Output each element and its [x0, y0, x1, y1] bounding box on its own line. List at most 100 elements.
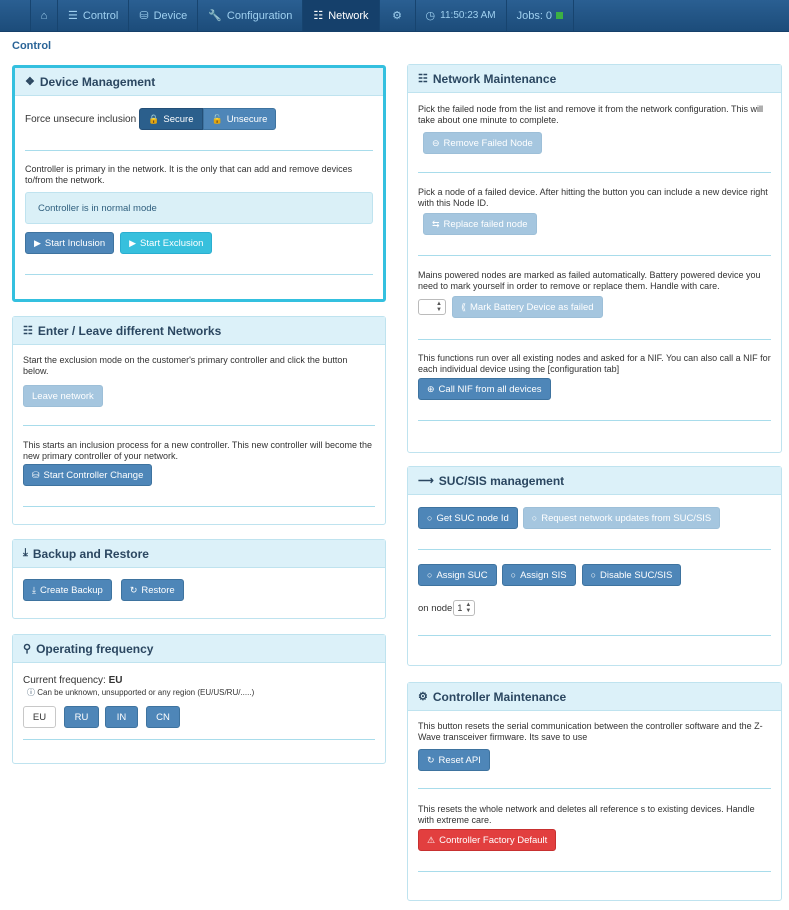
up-down-arrows-icon: ▲ ▼: [436, 301, 442, 313]
sitemap-icon: ☷: [23, 325, 33, 337]
divider: [418, 871, 771, 872]
divider: [418, 635, 771, 636]
search-plus-icon: ⊕: [427, 383, 435, 394]
circle-outline-icon: ○: [590, 570, 596, 580]
controller-mode-alert: Controller is in normal mode: [25, 192, 373, 224]
remove-failed-text: Pick the failed node from the list and r…: [418, 104, 763, 125]
frequency-option-cn[interactable]: CN: [146, 706, 180, 728]
restore-button[interactable]: ↻ Restore: [120, 579, 184, 601]
factory-reset-text: This resets the whole network and delete…: [418, 804, 755, 825]
on-node-label: on node: [418, 602, 453, 614]
device-management-panel: ❖ Device Management Force unsecure inclus…: [12, 65, 386, 302]
on-node-select[interactable]: 1 ▲ ▼: [453, 600, 476, 616]
info-circle-icon: ⓘ: [27, 688, 35, 697]
suc-sis-panel: ⟶ SUC/SIS management ○ Get SUC node Id ○ Re…: [407, 466, 782, 666]
divider: [25, 150, 373, 151]
clock-icon: ◷: [425, 10, 436, 22]
divider: [23, 506, 375, 507]
panel-heading: ⚙ Controller Maintenance: [408, 683, 781, 711]
frequency-note: ⓘ Can be unknown, unsupported or any reg…: [27, 688, 255, 697]
operating-frequency-panel: ⚲ Operating frequency Current frequency: …: [12, 634, 386, 764]
minus-circle-icon: ⊖: [432, 137, 440, 148]
thumbtack-icon: ⟪: [461, 301, 467, 312]
nif-text: This functions run over all existing nod…: [418, 353, 771, 374]
share-alt-icon: ⟶: [418, 475, 434, 487]
panel-heading: ⚲ Operating frequency: [13, 635, 385, 663]
divider: [418, 255, 771, 256]
divider: [418, 339, 771, 340]
frequency-option-in[interactable]: IN: [105, 706, 138, 728]
nav-network[interactable]: ☷ Network: [303, 0, 380, 31]
reset-api-button[interactable]: ↻ Reset API: [418, 749, 490, 771]
home-icon: ⌂: [40, 9, 48, 22]
replace-failed-text: Pick a node of a failed device. After hi…: [418, 187, 768, 208]
replace-failed-node-button[interactable]: ⇆ Replace failed node: [423, 213, 537, 235]
play-circle-icon: ▶: [129, 237, 137, 248]
cubes-icon: ❖: [25, 76, 35, 88]
inclusion-text: This starts an inclusion process for a n…: [23, 440, 372, 461]
refresh-icon: ↻: [427, 754, 435, 765]
request-network-updates-button[interactable]: ○ Request network updates from SUC/SIS: [522, 507, 721, 529]
leave-network-button[interactable]: Leave network: [23, 385, 103, 407]
frequency-option-eu[interactable]: EU: [23, 706, 56, 728]
create-backup-button[interactable]: ⤓ Create Backup: [23, 579, 112, 601]
panel-heading: ⟶ SUC/SIS management: [408, 467, 781, 495]
top-navbar: ⌂ ☰ Control ⛁ Device 🔧 Configuration ☷ Netwo…: [0, 0, 789, 32]
backup-restore-panel: ⤓ Backup and Restore ⤓ Create Backup ↻ Rest…: [12, 539, 386, 619]
unsecure-button[interactable]: 🔓 Unsecure: [202, 108, 277, 130]
controller-maintenance-panel: ⚙ Controller Maintenance This button rese…: [407, 682, 782, 901]
sitemap-icon: ☷: [418, 73, 428, 85]
disable-suc-sis-button[interactable]: ○ Disable SUC/SIS: [581, 564, 682, 586]
download-icon: ⤓: [32, 584, 36, 595]
start-controller-change-button[interactable]: ⛁ Start Controller Change: [23, 464, 153, 486]
divider: [23, 425, 375, 426]
call-nif-button[interactable]: ⊕ Call NIF from all devices: [418, 378, 551, 400]
panel-heading: ❖ Device Management: [15, 68, 383, 96]
network-maintenance-panel: ☷ Network Maintenance Pick the failed nod…: [407, 64, 782, 453]
reset-api-text: This button resets the serial communicat…: [418, 721, 763, 742]
assign-sis-button[interactable]: ○ Assign SIS: [501, 564, 576, 586]
up-down-arrows-icon: ▲ ▼: [465, 602, 472, 614]
frequency-option-ru[interactable]: RU: [64, 706, 99, 728]
refresh-icon: ↻: [129, 584, 138, 595]
page-title: Control: [12, 40, 52, 52]
start-exclusion-button[interactable]: ▶ Start Exclusion: [120, 232, 213, 254]
jobs-status-dot: [556, 12, 564, 19]
nav-control[interactable]: ☰ Control: [58, 0, 130, 31]
database-icon: ⛁: [32, 469, 40, 480]
divider: [418, 788, 771, 789]
panel-heading: ⤓ Backup and Restore: [13, 540, 385, 568]
assign-suc-button[interactable]: ○ Assign SUC: [418, 564, 497, 586]
divider: [23, 739, 375, 740]
play-circle-icon: ▶: [34, 237, 41, 248]
exclusion-text: Start the exclusion mode on the customer…: [23, 355, 348, 376]
remove-failed-node-button[interactable]: ⊖ Remove Failed Node: [423, 132, 542, 154]
jobs-indicator[interactable]: Jobs: 0: [507, 0, 575, 31]
nav-configuration[interactable]: 🔧 Configuration: [198, 0, 304, 31]
networks-panel: ☷ Enter / Leave different Networks Start …: [12, 316, 386, 525]
home-nav-button[interactable]: ⌂: [30, 0, 58, 31]
sliders-icon: ☰: [68, 10, 78, 22]
force-unsecure-label: Force unsecure inclusion: [25, 113, 137, 125]
mark-battery-failed-button[interactable]: ⟪ Mark Battery Device as failed: [452, 296, 603, 318]
map-marker-icon: ⚲: [23, 643, 32, 655]
clock: ◷ 11:50:23 AM: [416, 0, 507, 31]
lock-icon: 🔒: [148, 113, 160, 124]
battery-failed-text: Mains powered nodes are marked as failed…: [418, 270, 761, 291]
settings-nav-button[interactable]: ⚙: [380, 0, 416, 31]
panel-heading: ☷ Enter / Leave different Networks: [13, 317, 385, 345]
nav-device[interactable]: ⛁ Device: [129, 0, 199, 31]
database-icon: ⛁: [139, 10, 149, 22]
get-suc-node-id-button[interactable]: ○ Get SUC node Id: [418, 507, 518, 529]
unlock-icon: 🔓: [211, 113, 223, 124]
gear-icon: ⚙: [418, 691, 428, 703]
start-inclusion-button[interactable]: ▶ Start Inclusion: [25, 232, 115, 254]
circle-outline-icon: ○: [531, 513, 538, 523]
exchange-icon: ⇆: [432, 218, 440, 229]
divider: [418, 172, 771, 173]
sitemap-icon: ☷: [313, 10, 324, 22]
battery-node-select[interactable]: ▲ ▼: [418, 299, 446, 315]
factory-default-button[interactable]: ⚠ Controller Factory Default: [418, 829, 557, 851]
secure-button[interactable]: 🔒 Secure: [139, 108, 203, 130]
circle-outline-icon: ○: [510, 570, 517, 580]
